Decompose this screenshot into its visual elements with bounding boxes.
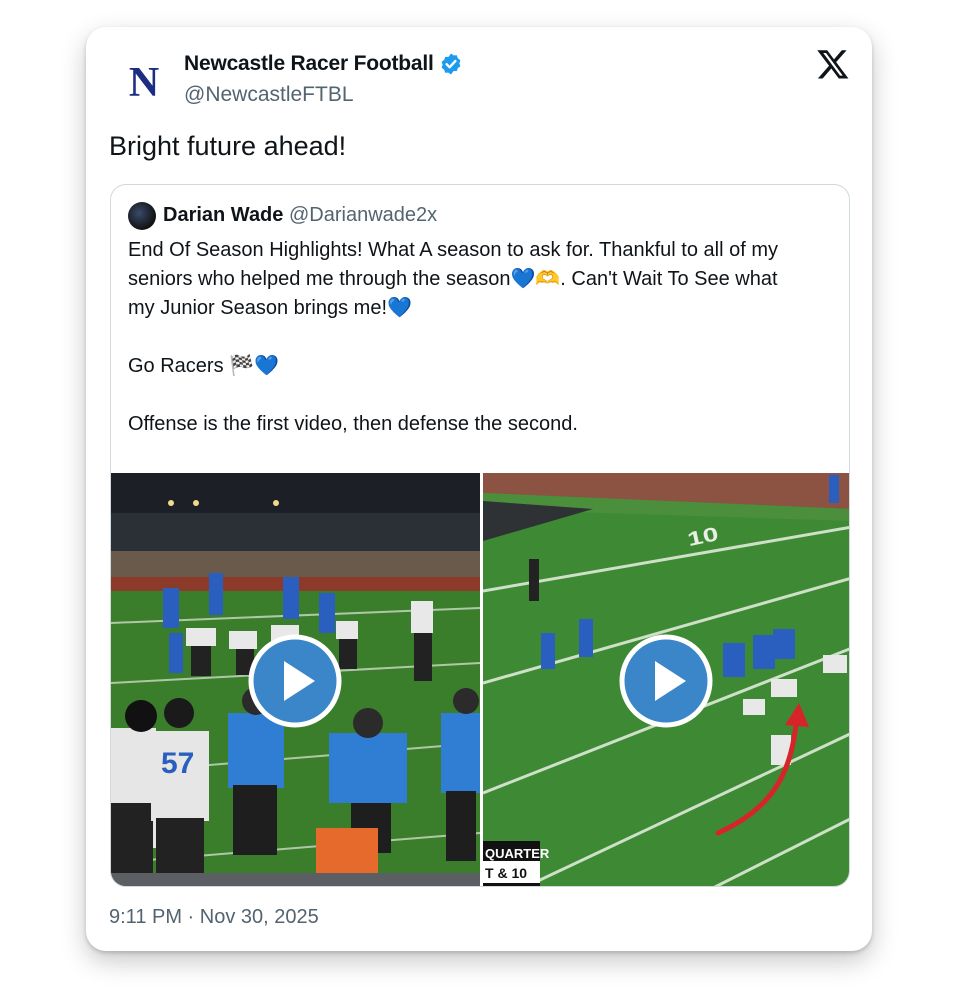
logo-letter: N: [129, 61, 159, 101]
play-button-icon[interactable]: [248, 634, 342, 728]
play-button-icon[interactable]: [619, 634, 713, 728]
quoted-text-line: Go Racers 🏁💙: [128, 355, 279, 377]
quoted-tweet[interactable]: Darian Wade @Darianwade2x End Of Season …: [110, 184, 850, 887]
svg-text:57: 57: [161, 747, 194, 780]
scoreboard-down-distance: T & 10: [485, 865, 527, 881]
tweet-embed-card: N Newcastle Racer Football @NewcastleFTB…: [86, 27, 872, 951]
newcastle-logo[interactable]: N: [124, 61, 164, 101]
quoted-text-line: my Junior Season brings me!💙: [128, 297, 412, 319]
tweet-text: Bright future ahead!: [109, 131, 347, 161]
video-thumbnail-offense[interactable]: 57: [111, 473, 480, 886]
author-name-text[interactable]: Newcastle Racer Football: [184, 52, 434, 76]
author-handle[interactable]: @NewcastleFTBL: [184, 83, 354, 107]
quoted-text-line: seniors who helped me through the season…: [128, 268, 778, 290]
quoted-author-name[interactable]: Darian Wade: [163, 204, 283, 227]
author-name[interactable]: Newcastle Racer Football: [184, 52, 463, 76]
quoted-tweet-text: End Of Season Highlights! What A season …: [128, 236, 840, 439]
video-thumbnail-defense[interactable]: 10 QUARTER T & 10: [482, 473, 849, 886]
tweet-timestamp[interactable]: 9:11 PM · Nov 30, 2025: [109, 906, 319, 929]
quoted-text-line: Offense is the first video, then defense…: [128, 413, 578, 435]
quoted-text-line: End Of Season Highlights! What A season …: [128, 239, 778, 261]
media-grid: 57 10 QUARTER T & 10: [111, 473, 849, 886]
x-logo-icon[interactable]: [816, 47, 850, 81]
quoted-author-handle[interactable]: @Darianwade2x: [289, 204, 437, 227]
quoted-author-avatar[interactable]: [128, 202, 156, 230]
scoreboard-quarter: QUARTER: [485, 846, 550, 861]
verified-badge-icon: [441, 53, 461, 75]
